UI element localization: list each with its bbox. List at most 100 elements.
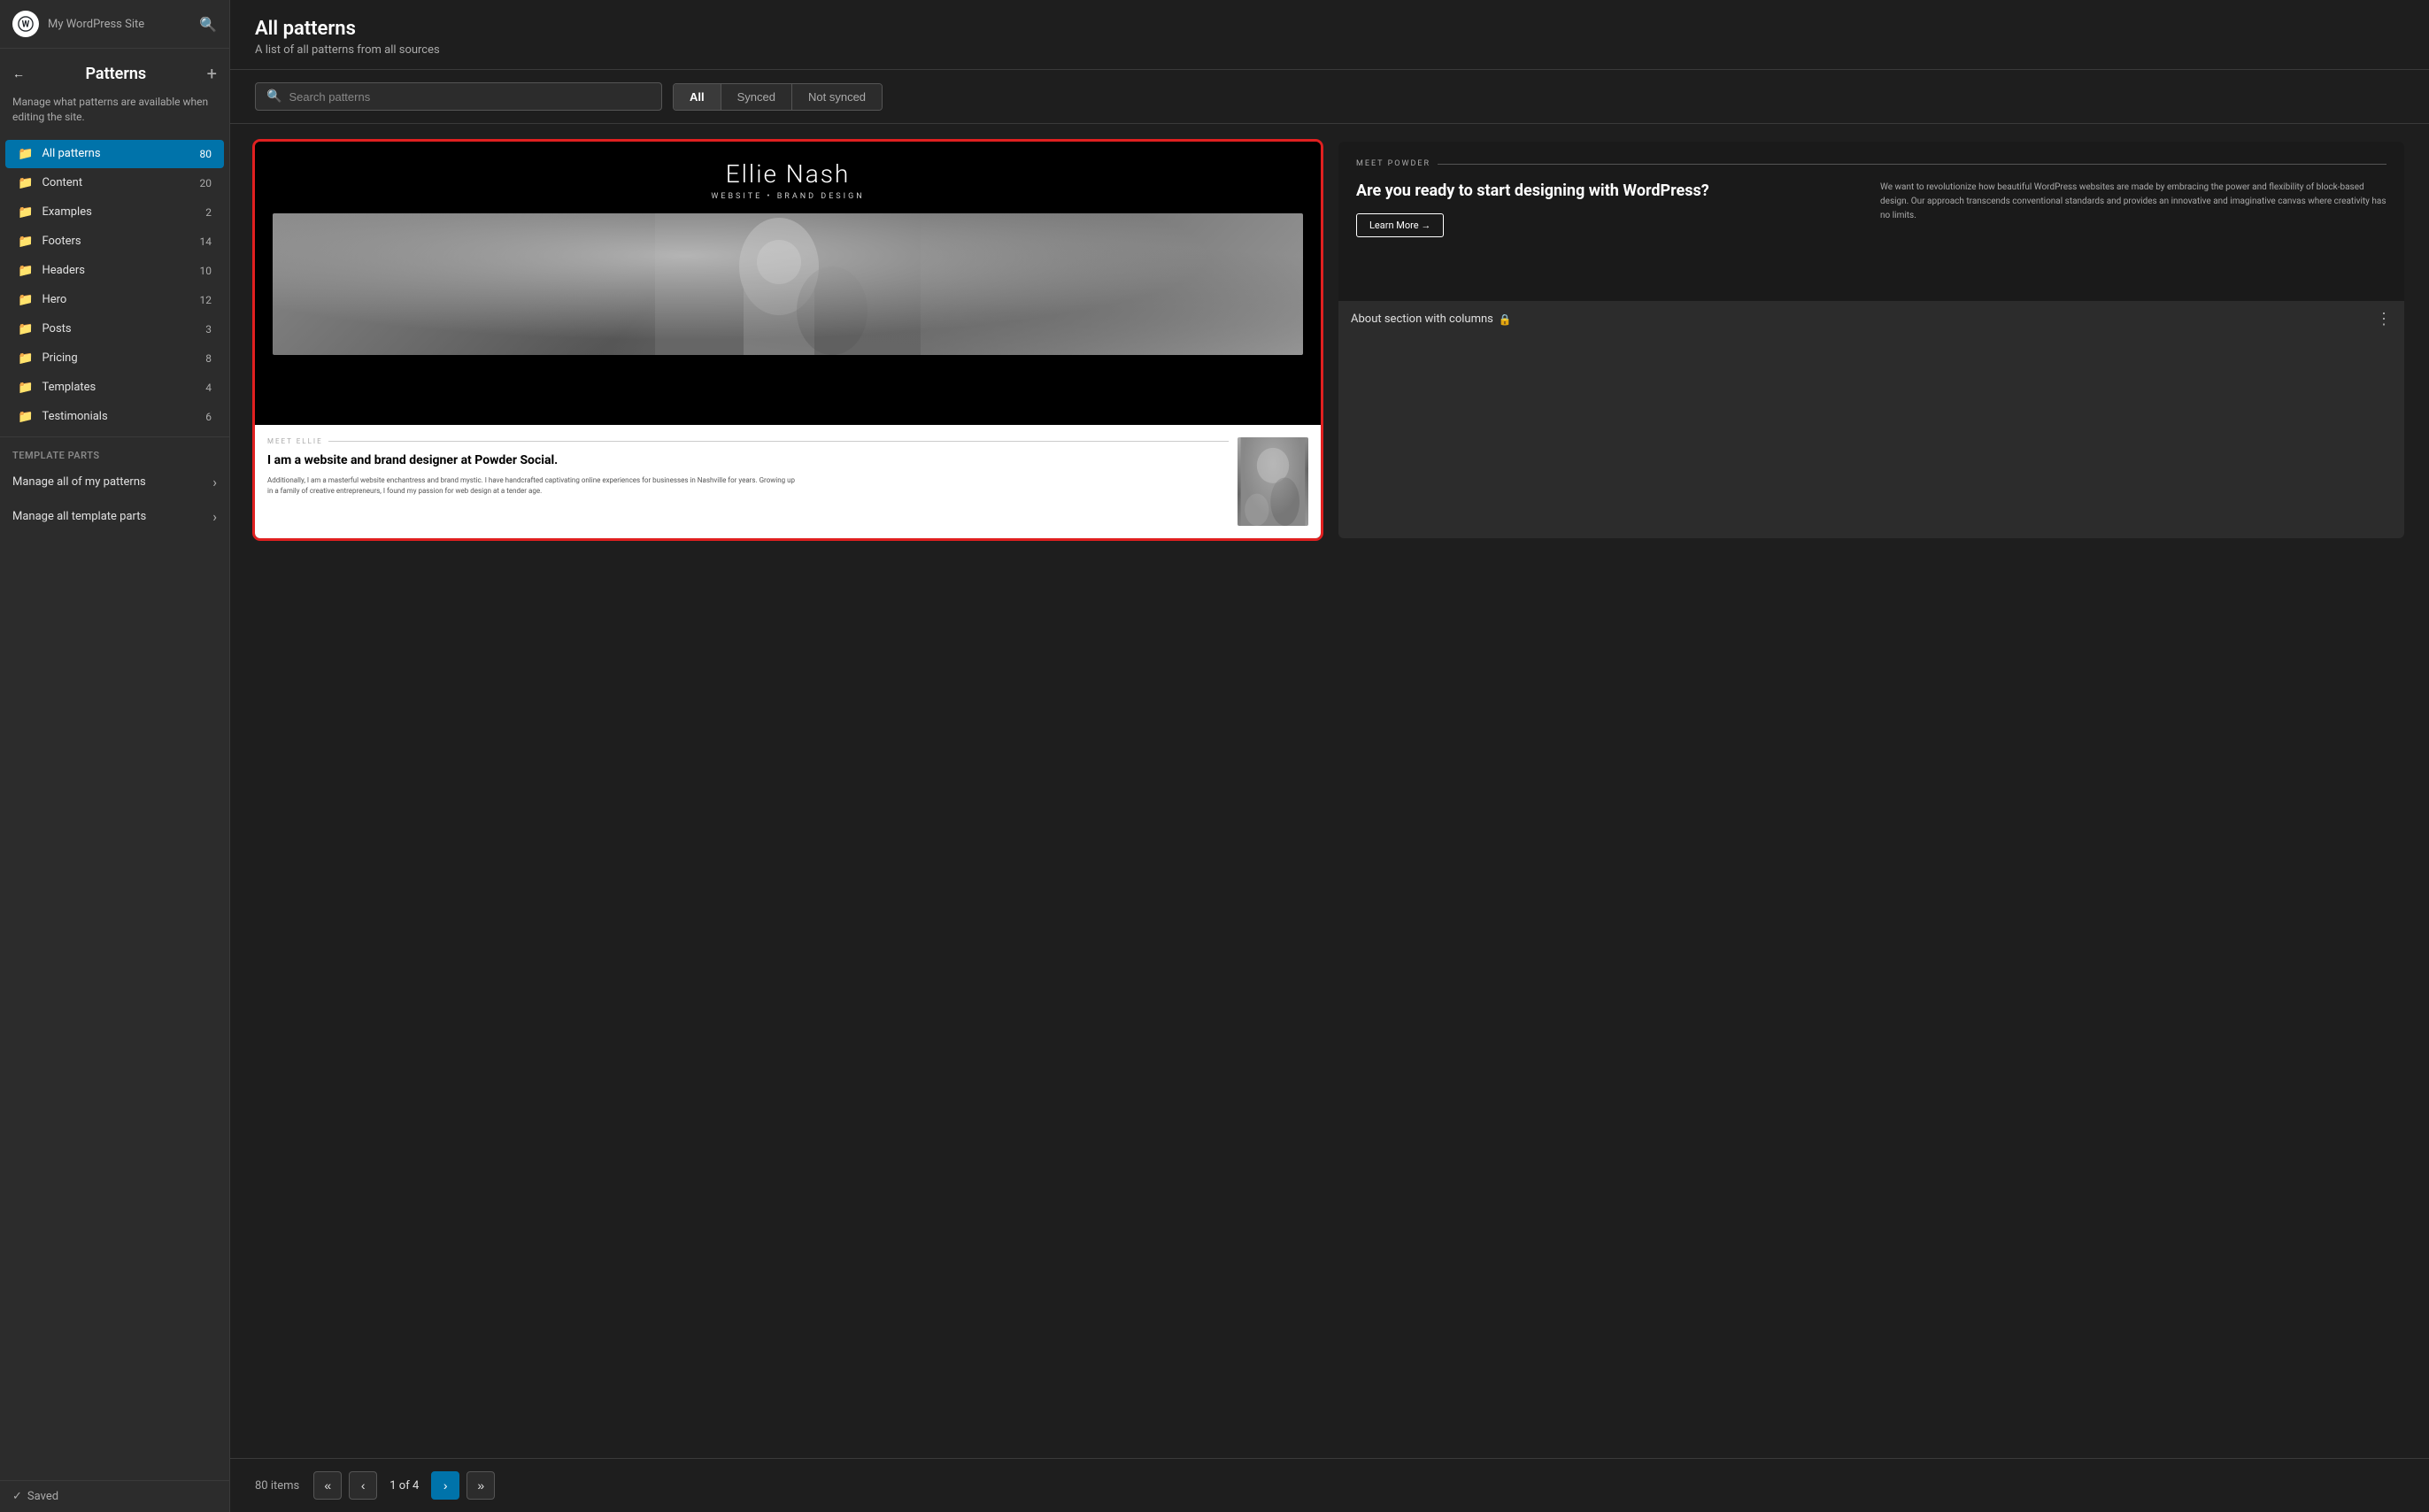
ellie-nash-subtitle: WEBSITE • BRAND DESIGN (273, 192, 1303, 201)
folder-icon: 📁 (18, 322, 33, 336)
saved-label: Saved (27, 1490, 58, 1503)
pattern-name-label: About section with columns (1351, 312, 1493, 326)
add-pattern-button[interactable]: + (207, 63, 217, 84)
nav-item-count: 80 (200, 148, 212, 160)
sidebar-nav: 📁 All patterns 80 📁 Content 20 📁 Example… (0, 135, 229, 1480)
manage-patterns-link[interactable]: Manage all of my patterns › (0, 465, 229, 499)
about-card-body: We want to revolutionize how beautiful W… (1880, 181, 2387, 237)
nav-item-label: Posts (42, 322, 197, 336)
pagination-count: 80 items (255, 1479, 299, 1493)
main-header: All patterns A list of all patterns from… (230, 0, 2429, 70)
manage-template-parts-label: Manage all template parts (12, 510, 146, 523)
pagination-prev-button[interactable]: ‹ (349, 1471, 377, 1500)
svg-text:W: W (22, 20, 30, 30)
template-parts-label: Template Parts (0, 443, 229, 465)
search-box[interactable]: 🔍 (255, 82, 662, 111)
nav-item-count: 20 (200, 177, 212, 189)
main-toolbar: 🔍 All Synced Not synced (230, 70, 2429, 124)
sidebar-header: ← Patterns + (0, 49, 229, 91)
folder-icon: 📁 (18, 381, 33, 395)
nav-item-label: Templates (42, 381, 197, 394)
about-card-preview: MEET POWDER Are you ready to start desig… (1338, 142, 2404, 301)
meet-powder-label: MEET POWDER (1356, 159, 2387, 168)
filter-not-synced-button[interactable]: Not synced (792, 84, 882, 110)
about-image (1238, 437, 1308, 526)
saved-status: ✓ Saved (0, 1480, 229, 1512)
nav-item-pricing[interactable]: 📁 Pricing 8 (5, 344, 224, 373)
nav-item-count: 10 (200, 265, 212, 277)
folder-icon: 📁 (18, 235, 33, 249)
nav-item-examples[interactable]: 📁 Examples 2 (5, 198, 224, 227)
sidebar-description: Manage what patterns are available when … (0, 91, 229, 135)
nav-item-label: All patterns (42, 147, 190, 160)
nav-item-headers[interactable]: 📁 Headers 10 (5, 257, 224, 285)
sidebar-divider (0, 436, 229, 437)
chevron-right-icon: › (212, 474, 217, 490)
folder-icon: 📁 (18, 410, 33, 424)
search-input[interactable] (289, 90, 651, 104)
site-name: My WordPress Site (48, 18, 190, 31)
nav-item-templates[interactable]: 📁 Templates 4 (5, 374, 224, 402)
lock-icon: 🔒 (1499, 313, 1512, 326)
pattern-more-button[interactable]: ⋮ (2376, 310, 2392, 328)
folder-icon: 📁 (18, 351, 33, 366)
back-button[interactable]: ← (12, 66, 25, 81)
chevron-right-icon: › (212, 508, 217, 525)
ellie-nash-title: Ellie Nash (273, 159, 1303, 189)
ellie-nash-preview: Ellie Nash WEBSITE • BRAND DESIGN (255, 142, 1321, 425)
about-section-preview: MEET ELLIE I am a website and brand desi… (255, 425, 1321, 538)
pagination-last-button[interactable]: » (467, 1471, 495, 1500)
nav-item-label: Content (42, 176, 190, 189)
pattern-card-footer: About section with columns 🔒 ⋮ (1338, 301, 2404, 337)
about-meet-label: MEET ELLIE (267, 437, 1229, 445)
filter-all-button[interactable]: All (674, 84, 721, 110)
nav-item-count: 8 (205, 352, 212, 365)
checkmark-icon: ✓ (12, 1490, 22, 1503)
manage-template-parts-link[interactable]: Manage all template parts › (0, 499, 229, 534)
nav-item-posts[interactable]: 📁 Posts 3 (5, 315, 224, 343)
nav-item-label: Hero (42, 293, 190, 306)
about-body: Additionally, I am a masterful website e… (267, 475, 796, 497)
nav-item-testimonials[interactable]: 📁 Testimonials 6 (5, 403, 224, 431)
nav-item-count: 3 (205, 323, 212, 336)
folder-icon: 📁 (18, 205, 33, 220)
pattern-preview: Ellie Nash WEBSITE • BRAND DESIGN (255, 142, 1321, 538)
search-icon[interactable]: 🔍 (199, 16, 217, 33)
nav-item-label: Pricing (42, 351, 197, 365)
nav-item-label: Examples (42, 205, 197, 219)
manage-patterns-label: Manage all of my patterns (12, 475, 146, 489)
about-card-heading: Are you ready to start designing with Wo… (1356, 181, 1862, 201)
pagination-bar: 80 items « ‹ 1 of 4 › » (230, 1458, 2429, 1512)
learn-more-button[interactable]: Learn More → (1356, 213, 1444, 237)
about-heading: I am a website and brand designer at Pow… (267, 452, 796, 468)
pattern-card-ellie-nash[interactable]: Ellie Nash WEBSITE • BRAND DESIGN (255, 142, 1321, 538)
folder-icon: 📁 (18, 293, 33, 307)
folder-icon: 📁 (18, 264, 33, 278)
filter-buttons: All Synced Not synced (673, 83, 883, 111)
ellie-nash-photo (273, 213, 1303, 355)
main-content: All patterns A list of all patterns from… (230, 0, 2429, 1512)
pattern-name: About section with columns 🔒 (1351, 312, 1512, 326)
nav-item-all-patterns[interactable]: 📁 All patterns 80 (5, 140, 224, 168)
pattern-card-about-section[interactable]: MEET POWDER Are you ready to start desig… (1338, 142, 2404, 538)
sidebar: W My WordPress Site 🔍 ← Patterns + Manag… (0, 0, 230, 1512)
nav-item-label: Headers (42, 264, 190, 277)
nav-item-count: 2 (205, 206, 212, 219)
pagination-first-button[interactable]: « (313, 1471, 342, 1500)
nav-item-content[interactable]: 📁 Content 20 (5, 169, 224, 197)
nav-item-hero[interactable]: 📁 Hero 12 (5, 286, 224, 314)
nav-item-count: 6 (205, 411, 212, 423)
page-subtitle: A list of all patterns from all sources (255, 43, 2404, 57)
nav-item-footers[interactable]: 📁 Footers 14 (5, 228, 224, 256)
nav-item-label: Footers (42, 235, 190, 248)
wp-logo: W (12, 11, 39, 37)
sidebar-top-bar: W My WordPress Site 🔍 (0, 0, 229, 49)
pagination-next-button[interactable]: › (431, 1471, 459, 1500)
pattern-preview: MEET POWDER Are you ready to start desig… (1338, 142, 2404, 301)
filter-synced-button[interactable]: Synced (721, 84, 792, 110)
back-arrow-icon: ← (12, 66, 25, 81)
nav-item-count: 12 (200, 294, 212, 306)
folder-icon: 📁 (18, 176, 33, 190)
page-title: All patterns (255, 18, 2404, 40)
folder-icon: 📁 (18, 147, 33, 161)
